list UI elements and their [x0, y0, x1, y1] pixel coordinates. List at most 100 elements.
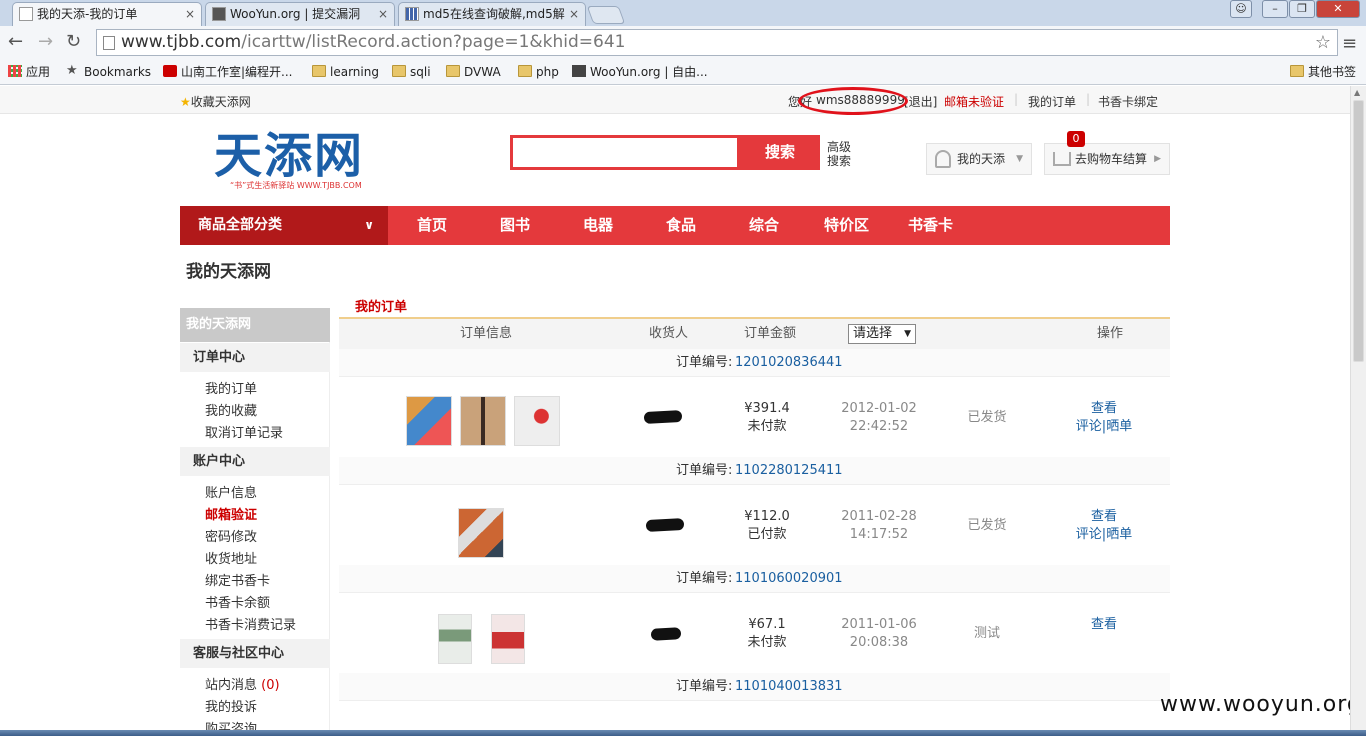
sidebar-item-complaints[interactable]: 我的投诉	[205, 696, 257, 715]
wooyun-icon	[572, 65, 586, 77]
tab-md5[interactable]: md5在线查询破解,md5解 ×	[398, 2, 586, 26]
status-filter-select[interactable]: 请选择 ▼	[848, 324, 916, 344]
sidebar-item-email-verify[interactable]: 邮箱验证	[205, 504, 257, 523]
logout-link[interactable]: [退出]	[904, 93, 937, 110]
forward-icon[interactable]: →	[38, 32, 53, 52]
order-number-link[interactable]: 1101040013831	[735, 673, 843, 701]
order-number-link[interactable]: 1201020836441	[735, 349, 843, 377]
share-link[interactable]: 晒单	[1106, 527, 1132, 542]
nav-item-general[interactable]: 综合	[749, 206, 779, 245]
view-link[interactable]: 查看	[1091, 509, 1117, 524]
sidebar-item-address[interactable]: 收货地址	[205, 548, 257, 567]
bind-card-link[interactable]: 书香卡绑定	[1098, 93, 1158, 110]
scroll-up-icon[interactable]: ▲	[1354, 88, 1360, 97]
site-topbar: ★收藏天添网 您好 wms88889999 [退出] 邮箱未验证 | 我的订单 …	[0, 86, 1350, 114]
product-image[interactable]	[438, 614, 472, 664]
view-link[interactable]: 查看	[1091, 617, 1117, 632]
minimize-button[interactable]: –	[1262, 0, 1288, 18]
product-image[interactable]	[458, 508, 504, 558]
bookmark-shannan[interactable]: 山南工作室|编程开...	[163, 64, 293, 80]
cart-count-badge: 0	[1067, 131, 1085, 147]
site-logo[interactable]: 天添网 “书”式生活新驿站 WWW.TJBB.COM	[214, 129, 416, 193]
nav-item-home[interactable]: 首页	[417, 206, 447, 245]
close-icon[interactable]: ×	[185, 3, 195, 25]
cart-button[interactable]: 0 去购物车结算 ▶	[1044, 131, 1170, 175]
order-date: 2011-02-28 14:17:52	[841, 509, 917, 542]
order-number-link[interactable]: 1102280125411	[735, 457, 843, 485]
product-image[interactable]	[460, 396, 506, 446]
message-count: (0)	[261, 678, 280, 693]
order-status: 已发货	[967, 410, 1007, 425]
sidebar-item-bind-card[interactable]: 绑定书香卡	[205, 570, 270, 589]
view-link[interactable]: 查看	[1091, 401, 1117, 416]
review-link[interactable]: 评论	[1076, 527, 1102, 542]
order-date: 2012-01-02 22:42:52	[841, 401, 917, 434]
close-icon[interactable]: ×	[378, 3, 388, 25]
logo-tagline: “书”式生活新驿站 WWW.TJBB.COM	[230, 181, 362, 190]
maximize-button[interactable]: ❐	[1289, 0, 1315, 18]
sidebar-item-messages[interactable]: 站内消息 (0)	[205, 674, 280, 693]
wooyun-icon	[212, 7, 226, 21]
tab-wooyun[interactable]: WooYun.org | 提交漏洞 ×	[205, 2, 395, 26]
nav-item-book-card[interactable]: 书香卡	[908, 206, 953, 245]
reload-icon[interactable]: ↻	[66, 32, 81, 52]
new-tab-button[interactable]	[586, 6, 626, 24]
product-image[interactable]	[406, 396, 452, 446]
page-icon	[19, 7, 33, 21]
favorite-link[interactable]: ★收藏天添网	[180, 93, 251, 110]
all-categories-menu[interactable]: 商品全部分类 ∨	[180, 206, 388, 245]
product-image[interactable]	[514, 396, 560, 446]
order-status: 已发货	[967, 518, 1007, 533]
nav-item-books[interactable]: 图书	[500, 206, 530, 245]
bookmark-php[interactable]: php	[518, 64, 559, 80]
search-button[interactable]: 搜索	[740, 135, 820, 170]
scrollbar-thumb[interactable]	[1353, 100, 1364, 362]
bookmark-dvwa[interactable]: DVWA	[446, 64, 501, 80]
search-input[interactable]	[510, 135, 740, 170]
sidebar-item-card-balance[interactable]: 书香卡余额	[205, 592, 270, 611]
sidebar-item-favorites[interactable]: 我的收藏	[205, 400, 257, 419]
bookmark-wooyun[interactable]: WooYun.org | 自由...	[572, 64, 708, 80]
page-scrollbar[interactable]: ▲	[1350, 86, 1366, 736]
my-account-dropdown[interactable]: 我的天添 ▼	[926, 143, 1032, 175]
redacted-receiver	[645, 518, 685, 532]
bookmark-other[interactable]: 其他书签	[1290, 64, 1356, 80]
folder-icon	[392, 65, 406, 77]
star-icon: ★	[66, 63, 78, 78]
nav-item-food[interactable]: 食品	[666, 206, 696, 245]
divider: |	[1014, 92, 1019, 106]
order-number-label: 订单编号:	[676, 679, 733, 694]
bookmark-apps[interactable]: 应用	[8, 64, 50, 80]
column-action: 操作	[1097, 326, 1124, 341]
bookmark-learning[interactable]: learning	[312, 64, 379, 80]
product-image[interactable]	[491, 614, 525, 664]
bookmark-sqli[interactable]: sqli	[392, 64, 431, 80]
back-icon[interactable]: ←	[8, 32, 23, 52]
sidebar-item-password[interactable]: 密码修改	[205, 526, 257, 545]
web-page: ★收藏天添网 您好 wms88889999 [退出] 邮箱未验证 | 我的订单 …	[0, 86, 1350, 736]
tab-title: 我的天添-我的订单	[37, 7, 138, 21]
close-window-button[interactable]: ✕	[1316, 0, 1360, 18]
order-number-link[interactable]: 1101060020901	[735, 565, 843, 593]
tab-my-orders[interactable]: 我的天添-我的订单 ×	[12, 2, 202, 26]
sidebar-item-my-orders[interactable]: 我的订单	[205, 378, 257, 397]
email-unverified-link[interactable]: 邮箱未验证	[944, 93, 1004, 110]
sidebar-item-card-history[interactable]: 书香卡消费记录	[205, 614, 296, 633]
page-title: 我的天添网	[186, 262, 271, 282]
bookmark-bookmarks[interactable]: ★ Bookmarks	[66, 64, 151, 80]
address-bar[interactable]: www.tjbb.com/icarttw/listRecord.action?p…	[96, 29, 1338, 56]
nav-item-specials[interactable]: 特价区	[824, 206, 869, 245]
sidebar-item-account-info[interactable]: 账户信息	[205, 482, 257, 501]
close-icon[interactable]: ×	[569, 3, 579, 25]
redacted-receiver	[650, 627, 682, 641]
sidebar-item-cancelled[interactable]: 取消订单记录	[205, 422, 283, 441]
bookmark-star-icon[interactable]: ☆	[1315, 30, 1331, 55]
user-icon[interactable]: ☺	[1230, 0, 1252, 18]
os-taskbar	[0, 730, 1366, 736]
review-link[interactable]: 评论	[1076, 419, 1102, 434]
menu-icon[interactable]: ≡	[1342, 33, 1357, 54]
my-orders-link[interactable]: 我的订单	[1028, 93, 1076, 110]
nav-item-electronics[interactable]: 电器	[583, 206, 613, 245]
share-link[interactable]: 晒单	[1106, 419, 1132, 434]
advanced-search-link[interactable]: 高级搜索	[827, 140, 857, 168]
